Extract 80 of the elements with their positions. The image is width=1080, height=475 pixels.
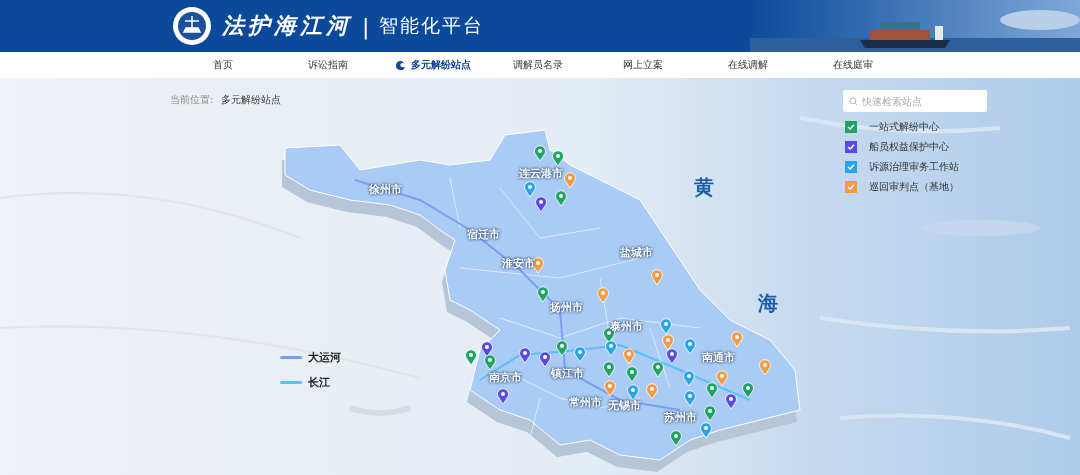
site-subtitle: 智能化平台 [379, 13, 485, 38]
city-label: 常州市 [568, 394, 602, 410]
title-separator: | [362, 13, 370, 39]
city-label: 无锡市 [607, 397, 641, 413]
map-marker-icon[interactable] [731, 331, 743, 348]
city-label: 苏州市 [663, 409, 697, 425]
nav-tab[interactable]: 在线调解 [695, 58, 800, 72]
map-marker-icon[interactable] [660, 318, 672, 335]
city-label: 南通市 [701, 349, 735, 365]
line-legend-label: 大运河 [308, 350, 341, 365]
city-label: 盐城市 [619, 244, 653, 260]
map-marker-icon[interactable] [604, 380, 616, 397]
map-marker-icon[interactable] [646, 383, 658, 400]
city-label: 镇江市 [550, 365, 584, 381]
map-marker-icon[interactable] [535, 196, 547, 213]
category-checkbox[interactable] [845, 181, 857, 193]
city-label: 扬州市 [549, 299, 583, 315]
map-marker-icon[interactable] [651, 269, 663, 286]
map-marker-icon[interactable] [706, 382, 718, 399]
category-checkbox[interactable] [845, 121, 857, 133]
map-marker-icon[interactable] [597, 287, 609, 304]
map-marker-icon[interactable] [537, 286, 549, 303]
map-marker-icon[interactable] [556, 340, 568, 357]
sea-label: 海 [758, 290, 778, 317]
map-marker-icon[interactable] [484, 354, 496, 371]
nav-tab[interactable]: 在线庭审 [800, 58, 905, 72]
map-marker-icon[interactable] [534, 145, 546, 162]
category-label: 巡回审判点（基地） [869, 180, 959, 194]
map-marker-icon[interactable] [574, 346, 586, 363]
map-marker-icon[interactable] [539, 351, 551, 368]
map-marker-icon[interactable] [652, 361, 664, 378]
wave-icon [394, 59, 406, 71]
map-marker-icon[interactable] [626, 366, 638, 383]
category-label: 诉源治理审务工作站 [869, 160, 959, 174]
map-marker-icon[interactable] [555, 190, 567, 207]
city-label: 南京市 [488, 369, 522, 385]
city-label: 徐州市 [368, 181, 402, 197]
map-marker-icon[interactable] [497, 388, 509, 405]
map-marker-icon[interactable] [716, 370, 728, 387]
category-checkbox[interactable] [845, 161, 857, 173]
sea-label: 黄 [694, 174, 714, 201]
search-field[interactable]: 快速检索站点 [862, 91, 981, 111]
city-label: 连云港市 [519, 165, 563, 181]
map-marker-icon[interactable] [725, 393, 737, 410]
map-marker-icon[interactable] [605, 340, 617, 357]
map-marker-icon[interactable] [519, 347, 531, 364]
search-icon [849, 96, 858, 106]
line-legend-label: 长江 [308, 375, 330, 390]
map-marker-icon[interactable] [524, 181, 536, 198]
nav-tab[interactable]: 诉讼指南 [275, 58, 380, 72]
nav-tab[interactable]: 多元解纷站点 [380, 58, 485, 72]
map-marker-icon[interactable] [670, 430, 682, 447]
map-marker-icon[interactable] [564, 172, 576, 189]
map-marker-icon[interactable] [603, 361, 615, 378]
map-marker-icon[interactable] [666, 348, 678, 365]
category-checkbox[interactable] [845, 141, 857, 153]
map-marker-icon[interactable] [662, 334, 674, 351]
map-marker-icon[interactable] [683, 370, 695, 387]
emblem-icon [172, 6, 212, 46]
map-marker-icon[interactable] [742, 382, 754, 399]
map-marker-icon[interactable] [465, 349, 477, 366]
map-marker-icon[interactable] [684, 390, 696, 407]
map-marker-icon[interactable] [704, 405, 716, 422]
map-marker-icon[interactable] [759, 359, 771, 376]
city-label: 宿迁市 [466, 226, 500, 242]
map-marker-icon[interactable] [481, 341, 493, 358]
breadcrumb-label: 当前位置: [170, 93, 214, 107]
map-marker-icon[interactable] [552, 150, 564, 167]
category-label: 一站式解纷中心 [869, 120, 939, 134]
category-label: 船员权益保护中心 [869, 140, 949, 154]
breadcrumb-current: 多元解纷站点 [221, 93, 282, 107]
site-title: 法护海江河 [222, 11, 352, 40]
nav-tab[interactable]: 网上立案 [590, 58, 695, 72]
search-box[interactable]: 快速检索站点 [843, 90, 987, 112]
city-label: 泰州市 [609, 318, 643, 334]
nav-tab[interactable]: 首页 [170, 58, 275, 72]
map-marker-icon[interactable] [623, 348, 635, 365]
map-marker-icon[interactable] [684, 338, 696, 355]
nav-tab[interactable]: 调解员名录 [485, 58, 590, 72]
map-marker-icon[interactable] [700, 422, 712, 439]
